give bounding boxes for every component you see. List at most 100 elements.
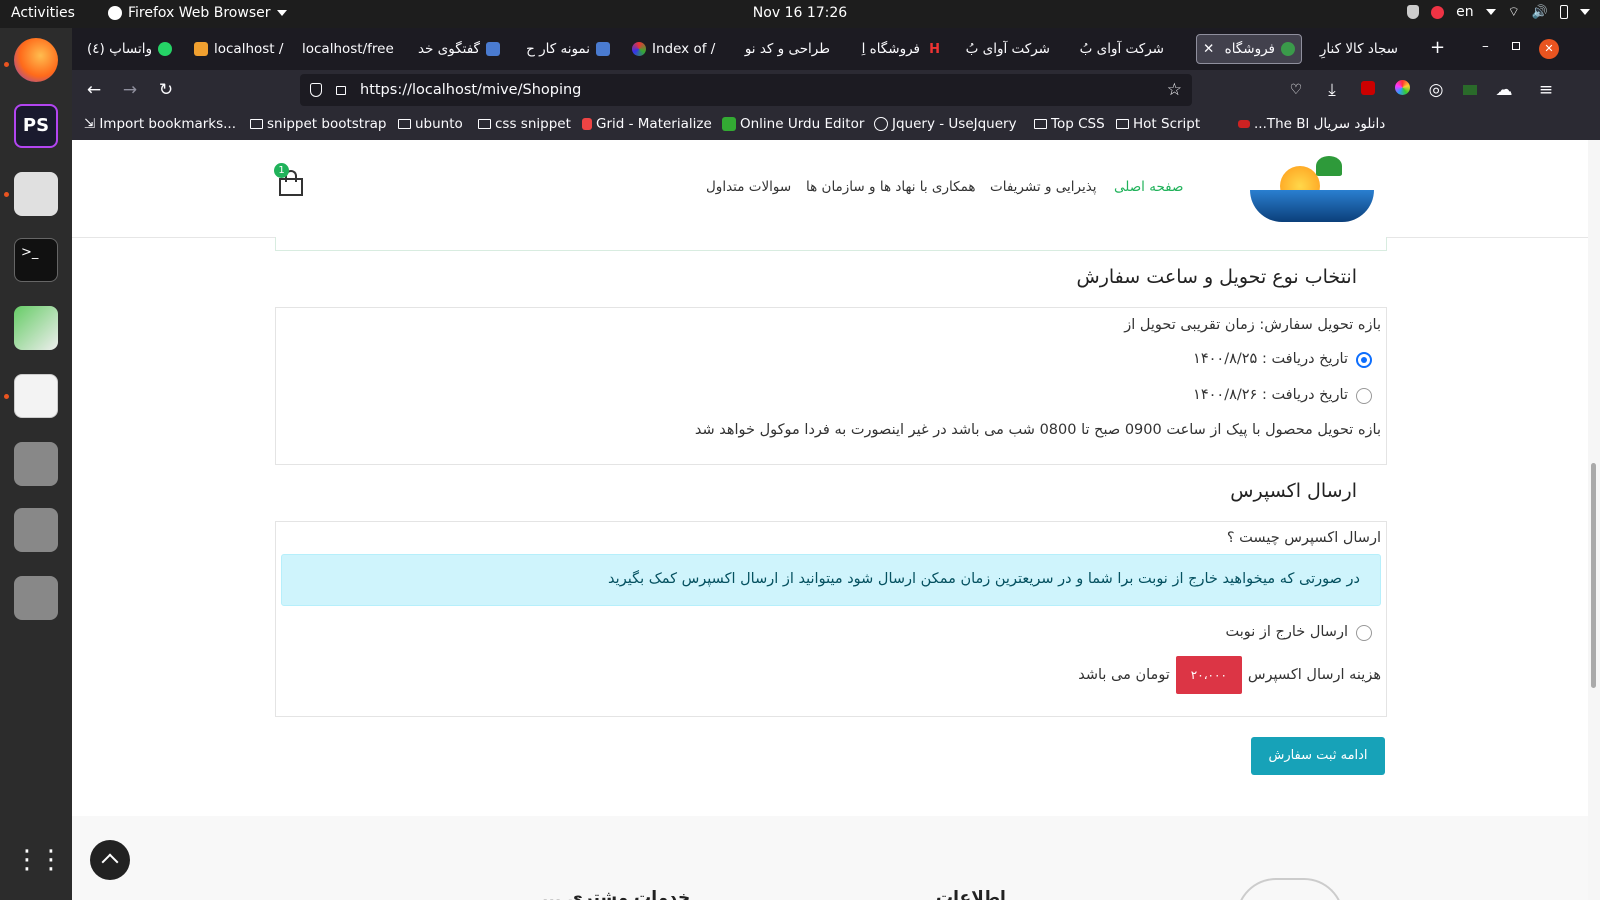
close-icon[interactable]: ✕: [1203, 41, 1214, 57]
download-icon[interactable]: ⤓: [1320, 78, 1344, 102]
bookmark-item[interactable]: دانلود سریال The Bl...: [1238, 116, 1385, 132]
tab[interactable]: طراحی و کد نو: [736, 34, 836, 64]
bookmarks-toolbar: ⇲ Import bookmarks... snippet bootstrap u…: [72, 110, 1600, 140]
folder-icon: [398, 119, 411, 129]
footer-heading: اطلاعات: [936, 888, 1006, 900]
site-favicon: [1281, 42, 1295, 56]
tab[interactable]: localhost /: [188, 34, 288, 64]
delivery-radio-1[interactable]: [1356, 352, 1372, 368]
express-info-text: در صورتی که میخواهید خارج از نوبت برا شم…: [608, 571, 1360, 587]
express-question: ارسال اکسپرس چیست ؟: [1226, 530, 1381, 546]
volume-icon: 🔊: [1531, 4, 1548, 20]
bookmark-item[interactable]: Jquery - UseJquery: [874, 116, 1017, 132]
forward-icon[interactable]: →: [118, 78, 142, 102]
tab[interactable]: localhost/free: [296, 34, 396, 64]
firefox-small-icon: [108, 6, 122, 20]
nav-link-partnership[interactable]: همکاری با نهاد ها و سازمان ها: [806, 179, 976, 195]
tab[interactable]: Index of /: [626, 34, 726, 64]
delivery-option[interactable]: تاریخ دریافت : ۱۴۰۰/۸/۲۵: [1086, 346, 1386, 374]
nav-link-faq[interactable]: سوالات متداول: [706, 179, 791, 195]
disc-icon[interactable]: [14, 576, 58, 620]
materialize-icon: [582, 118, 592, 130]
continue-order-button[interactable]: ادامه ثبت سفارش: [1251, 737, 1385, 775]
activities-button[interactable]: Activities: [11, 5, 75, 21]
document-viewer-icon[interactable]: [14, 374, 58, 418]
extension-icon[interactable]: ☁: [1492, 78, 1516, 102]
phpstorm-icon[interactable]: PS: [14, 104, 58, 148]
cart-button[interactable]: 1: [274, 163, 307, 198]
app-grid-icon[interactable]: ⋮⋮⋮: [14, 838, 88, 882]
tab-active[interactable]: فروشگاه ✕: [1196, 34, 1302, 64]
folder-icon: [1116, 119, 1129, 129]
folder-icon: [250, 119, 263, 129]
disc-icon[interactable]: [14, 508, 58, 552]
tab[interactable]: H فروشگاه اِ: [846, 34, 946, 64]
folder-icon: [1034, 119, 1047, 129]
close-window-icon[interactable]: ✕: [1539, 39, 1559, 59]
phpmyadmin-icon: [194, 42, 208, 56]
tab[interactable]: واتساپ (٤): [78, 34, 178, 64]
lock-icon[interactable]: [336, 86, 346, 95]
system-tray[interactable]: en ⌔ 🔊: [1407, 4, 1590, 20]
express-option[interactable]: ارسال خارج از نوبت: [1186, 620, 1386, 648]
back-icon[interactable]: ←: [82, 78, 106, 102]
maximize-icon[interactable]: [1512, 42, 1520, 50]
ublock-icon[interactable]: [1361, 81, 1375, 95]
tab[interactable]: شرکت آوای بُ: [956, 34, 1056, 64]
delivery-option-label[interactable]: تاریخ دریافت : ۱۴۰۰/۸/۲۵: [1193, 351, 1348, 367]
delivery-option-label[interactable]: تاریخ دریافت : ۱۴۰۰/۸/۲۶: [1193, 387, 1348, 403]
bookmark-folder[interactable]: ubunto: [398, 116, 463, 132]
bookmark-item[interactable]: Online Urdu Editor: [722, 116, 864, 132]
menu-icon[interactable]: ≡: [1534, 78, 1558, 102]
import-icon: ⇲: [84, 116, 96, 132]
reload-icon[interactable]: ↻: [154, 78, 178, 102]
bookmark-item[interactable]: ⇲ Import bookmarks...: [84, 116, 236, 132]
folder-icon: [478, 119, 491, 129]
files-icon[interactable]: [14, 172, 58, 216]
express-card: ارسال اکسپرس چیست ؟ در صورتی که میخواهید…: [275, 521, 1387, 717]
dock: PS >_ ⋮⋮⋮: [0, 28, 88, 900]
delivery-option[interactable]: تاریخ دریافت : ۱۴۰۰/۸/۲۶: [1086, 382, 1386, 410]
delivery-radio-2[interactable]: [1356, 388, 1372, 404]
text-editor-icon[interactable]: [14, 306, 58, 350]
bookmark-folder[interactable]: snippet bootstrap: [250, 116, 386, 132]
pocket-icon[interactable]: ♡: [1284, 78, 1308, 102]
express-radio[interactable]: [1356, 625, 1372, 641]
url-text[interactable]: https://localhost/mive/Shoping: [360, 74, 581, 106]
star-icon[interactable]: ☆: [1167, 74, 1182, 106]
bookmark-item[interactable]: Grid - Materialize: [582, 116, 712, 132]
navigation-toolbar: ← → ↻ https://localhost/mive/Shoping ☆ ♡…: [72, 70, 1600, 110]
tab[interactable]: سجاد کالا کنارِ: [1312, 34, 1404, 64]
page-scrollbar[interactable]: [1588, 140, 1600, 900]
site-logo[interactable]: [1244, 154, 1380, 230]
disc-icon[interactable]: [14, 442, 58, 486]
extension-icon[interactable]: [1463, 85, 1477, 95]
bookmark-folder[interactable]: Hot Script: [1116, 116, 1200, 132]
new-tab-button[interactable]: +: [1430, 37, 1445, 58]
bookmark-folder[interactable]: Top CSS: [1034, 116, 1105, 132]
delivery-card: بازه تحویل سفارش: زمان تقریبی تحویل از ت…: [275, 307, 1387, 465]
tab[interactable]: شرکت آوای بُ: [1066, 34, 1170, 64]
url-bar[interactable]: https://localhost/mive/Shoping ☆: [300, 74, 1192, 106]
firefox-icon[interactable]: [14, 38, 58, 82]
tab[interactable]: گفتگوی خد: [406, 34, 506, 64]
chevron-up-icon: [101, 853, 119, 871]
scrollbar-thumb[interactable]: [1591, 463, 1596, 688]
shield-icon[interactable]: [310, 83, 322, 97]
back-to-top-button[interactable]: [90, 840, 130, 880]
bookmark-folder[interactable]: css snippet: [478, 116, 571, 132]
terminal-icon[interactable]: >_: [14, 238, 58, 282]
jquery-icon: [874, 117, 888, 131]
app-menu[interactable]: Firefox Web Browser: [108, 5, 287, 21]
nav-link-home[interactable]: صفحه اصلی: [1114, 179, 1183, 195]
minimize-icon[interactable]: –: [1482, 38, 1489, 54]
nav-link-catering[interactable]: پذیرایی و تشریفات: [990, 179, 1097, 195]
footer-logo: [1236, 878, 1344, 900]
wave-icon: [1250, 190, 1374, 222]
extension-icon[interactable]: ◎: [1424, 78, 1448, 102]
tab[interactable]: نمونه کار ح: [516, 34, 616, 64]
extension-icon[interactable]: [1394, 80, 1410, 95]
express-cost-row: هزینه ارسال اکسپرس ۲۰،۰۰۰ تومان می باشد: [1078, 656, 1381, 694]
express-option-label[interactable]: ارسال خارج از نوبت: [1225, 624, 1348, 640]
notification-icon: [1431, 5, 1445, 19]
